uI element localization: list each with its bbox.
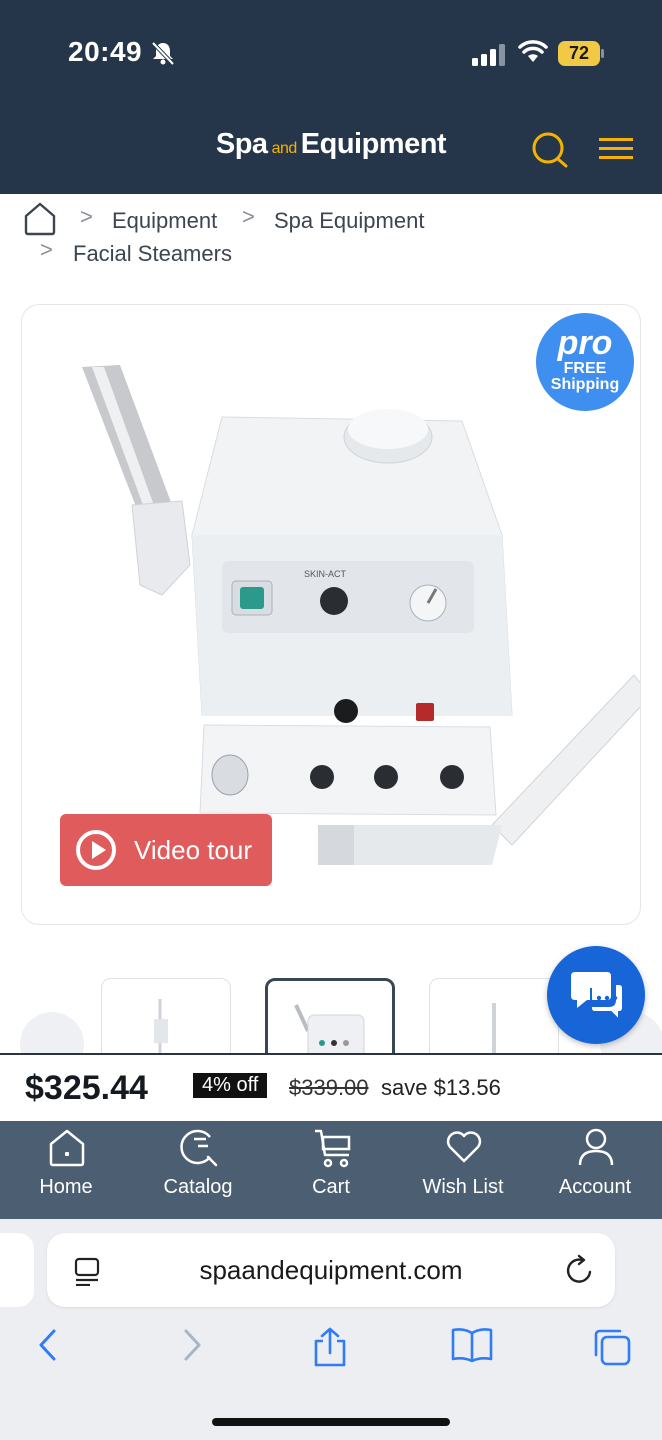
price-bar: $325.44 4% off $339.00 save $13.56 [0,1053,662,1121]
battery-nub [601,49,604,58]
video-tour-label: Video tour [134,834,253,865]
nav-catalog-label: Catalog [163,1176,233,1198]
share-icon[interactable] [312,1327,348,1367]
bookmarks-book-icon[interactable] [450,1327,494,1363]
breadcrumb-separator: > [242,204,255,229]
free-text: FREE [563,360,607,377]
nav-cart-label: Cart [312,1176,350,1198]
home-indicator [212,1418,450,1426]
heart-icon [446,1131,482,1163]
nav-wishlist-label: Wish List [422,1176,504,1198]
nav-account[interactable]: Account [535,1121,655,1219]
chat-bubble-icon [571,972,624,1023]
battery-level: 72 [568,43,590,63]
browser-toolbar: spaandequipment.com [0,1219,662,1440]
nav-wishlist[interactable]: Wish List [403,1121,523,1219]
logo-spa: Spa [215,128,268,160]
address-bar[interactable]: spaandequipment.com [47,1233,615,1307]
signal-icon [472,44,505,66]
battery-indicator: 72 [558,41,600,66]
product-image-card[interactable]: SKIN-ACT pro FREE Shipping Video tour [21,304,641,925]
home-icon[interactable] [22,200,58,236]
status-time: 20:49 [68,36,143,67]
current-price: $325.44 [25,1069,148,1107]
breadcrumb-equipment[interactable]: Equipment [112,208,217,234]
breadcrumb-spa-equipment[interactable]: Spa Equipment [274,208,424,234]
site-header: 20:49 72 Spa and Equipment [0,0,662,194]
thumbnail-2-active[interactable] [265,978,395,1054]
logo-and: and [271,140,298,157]
thumbnail-3[interactable] [429,978,559,1054]
nav-home-label: Home [39,1176,93,1198]
back-arrow-icon[interactable] [36,1327,60,1363]
thumbnail-image [154,999,168,1054]
previous-tab-peek[interactable] [0,1233,34,1307]
nav-account-label: Account [558,1176,632,1198]
house-icon [49,1129,85,1167]
thumbnail-image [492,1003,496,1054]
bottom-navigation: Home Catalog Cart Wish List Account [0,1121,662,1219]
forward-arrow-icon[interactable] [180,1327,204,1363]
pro-free-shipping-badge: pro FREE Shipping [536,313,634,411]
nav-cart[interactable]: Cart [271,1121,391,1219]
video-tour-button[interactable]: Video tour [60,814,272,886]
play-icon [76,830,116,870]
thumbnail-1[interactable] [101,978,231,1054]
breadcrumb-separator: > [40,237,53,262]
nav-home[interactable]: Home [6,1121,126,1219]
savings-amount: save $13.56 [381,1075,501,1100]
shipping-text: Shipping [550,376,620,393]
original-price: $339.00 [289,1075,369,1100]
logo-equipment: Equipment [300,128,447,160]
thumbnail-prev-button[interactable] [20,1012,84,1054]
hamburger-menu-icon[interactable] [599,138,633,160]
cart-icon [315,1129,351,1168]
panel-brand-text: SKIN-ACT [304,569,347,579]
wifi-icon [518,40,548,62]
thumbnail-image [294,1004,365,1054]
search-icon[interactable] [530,130,570,170]
reload-icon[interactable] [565,1254,595,1286]
url-text: spaandequipment.com [199,1255,463,1285]
user-icon [578,1128,614,1166]
nav-catalog[interactable]: Catalog [138,1121,258,1219]
pro-badge-text: pro [557,324,613,362]
catalog-search-icon [180,1129,218,1167]
breadcrumb-separator: > [80,204,93,229]
tabs-icon[interactable] [592,1327,632,1367]
bell-off-icon [151,41,175,66]
discount-badge: 4% off [193,1073,268,1098]
chat-button[interactable] [547,946,645,1044]
breadcrumb-facial-steamers: Facial Steamers [73,241,232,266]
